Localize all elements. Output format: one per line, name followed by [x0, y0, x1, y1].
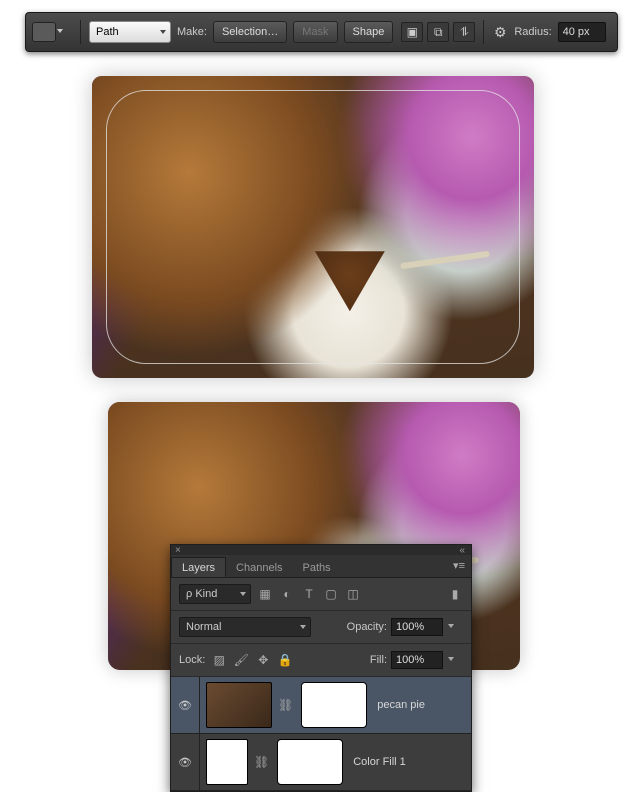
- path-arrange-icon[interactable]: ⥮: [453, 22, 475, 42]
- document-canvas-with-path: [92, 76, 534, 378]
- fill-input[interactable]: 100%: [391, 651, 443, 669]
- filter-toggle-switch[interactable]: ▮: [447, 586, 463, 602]
- path-align-icon[interactable]: ⧉: [427, 22, 449, 42]
- layer-mask-thumbnail[interactable]: [277, 739, 343, 785]
- radius-input[interactable]: [558, 22, 606, 42]
- panel-tabs: Layers Channels Paths ▾≡: [171, 555, 471, 578]
- make-mask-button[interactable]: Mask: [293, 21, 337, 43]
- layer-filter-row: ρ Kind ▦ ◐ T ▢ ◫ ▮: [171, 578, 471, 611]
- opacity-input[interactable]: 100%: [391, 618, 443, 636]
- separator: [80, 20, 81, 44]
- layer-row[interactable]: 👁 ⛓ Color Fill 1: [171, 734, 471, 791]
- make-selection-button[interactable]: Selection…: [213, 21, 287, 43]
- opacity-label: Opacity:: [347, 621, 387, 633]
- panel-titlebar[interactable]: × «: [171, 545, 471, 555]
- layer-thumbnail[interactable]: [206, 682, 272, 728]
- lock-pixels-icon[interactable]: 🖌: [233, 652, 249, 668]
- radius-label: Radius:: [514, 26, 551, 38]
- path-operations-icon[interactable]: ▣: [401, 22, 423, 42]
- layers-panel: × « Layers Channels Paths ▾≡ ρ Kind ▦ ◐ …: [170, 544, 472, 792]
- eye-icon: 👁: [178, 699, 192, 712]
- pie-slice-shape: [315, 251, 385, 311]
- eye-icon: 👁: [178, 756, 192, 769]
- tool-preset-swatch[interactable]: [32, 22, 56, 42]
- tab-layers[interactable]: Layers: [171, 557, 226, 577]
- filter-shape-icon[interactable]: ▢: [323, 586, 339, 602]
- tab-paths[interactable]: Paths: [293, 558, 341, 577]
- filter-pixel-icon[interactable]: ▦: [257, 586, 273, 602]
- layer-name[interactable]: Color Fill 1: [353, 756, 406, 768]
- pecan-pie-photo: [92, 76, 534, 378]
- layer-thumbnail[interactable]: [206, 739, 248, 785]
- lock-transparency-icon[interactable]: ▨: [211, 652, 227, 668]
- layer-name[interactable]: pecan pie: [377, 699, 425, 711]
- vector-mask-thumbnail[interactable]: [301, 682, 367, 728]
- geometry-options-gear-icon[interactable]: ⚙: [492, 24, 508, 40]
- lock-all-icon[interactable]: 🔒: [277, 652, 293, 668]
- filter-kind-dropdown[interactable]: ρ Kind: [179, 584, 251, 604]
- filter-adjustment-icon[interactable]: ◐: [279, 586, 295, 602]
- blend-opacity-row: Normal Opacity: 100%: [171, 611, 471, 644]
- separator: [483, 20, 484, 44]
- options-bar: Path Make: Selection… Mask Shape ▣ ⧉ ⥮ ⚙…: [25, 12, 618, 52]
- filter-smartobject-icon[interactable]: ◫: [345, 586, 361, 602]
- fill-label: Fill:: [370, 654, 387, 666]
- lock-fill-row: Lock: ▨ 🖌 ✥ 🔒 Fill: 100%: [171, 644, 471, 677]
- path-operations-group: ▣ ⧉ ⥮: [401, 22, 475, 42]
- lock-label: Lock:: [179, 654, 205, 666]
- link-mask-icon[interactable]: ⛓: [254, 755, 269, 769]
- tab-channels[interactable]: Channels: [226, 558, 292, 577]
- pen-mode-dropdown[interactable]: Path: [89, 21, 171, 43]
- pen-mode-label: Path: [96, 26, 119, 38]
- make-shape-button[interactable]: Shape: [344, 21, 394, 43]
- filter-type-icon[interactable]: T: [301, 586, 317, 602]
- layer-row[interactable]: 👁 ⛓ pecan pie: [171, 677, 471, 734]
- link-mask-icon[interactable]: ⛓: [278, 698, 293, 712]
- fork-shape: [400, 251, 490, 269]
- blend-mode-dropdown[interactable]: Normal: [179, 617, 311, 637]
- lock-position-icon[interactable]: ✥: [255, 652, 271, 668]
- visibility-toggle[interactable]: 👁: [171, 677, 200, 733]
- make-label: Make:: [177, 26, 207, 38]
- panel-menu-icon[interactable]: ▾≡: [453, 559, 465, 572]
- visibility-toggle[interactable]: 👁: [171, 734, 200, 790]
